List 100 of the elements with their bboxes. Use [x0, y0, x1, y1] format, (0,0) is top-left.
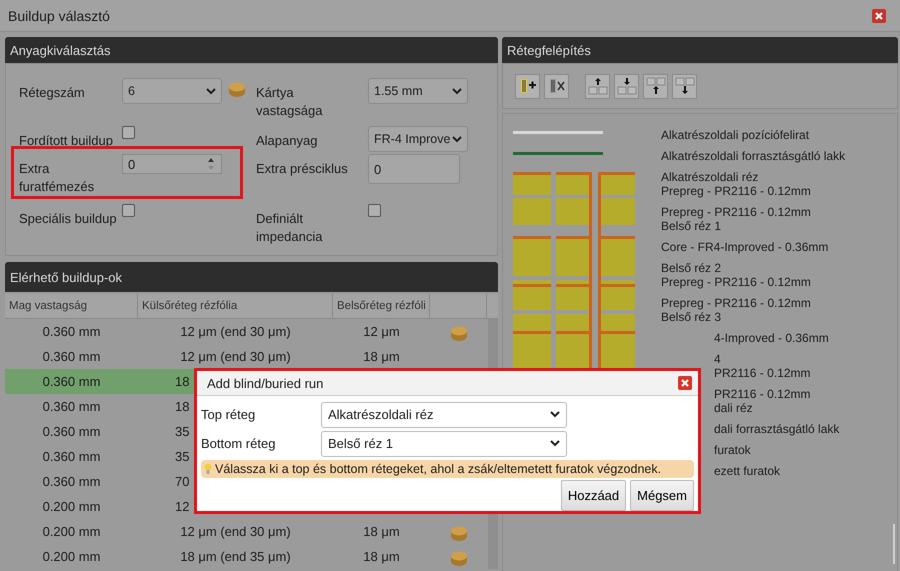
select-field[interactable]: 1.55 mm: [368, 78, 468, 104]
table-cell: 0.360 mm: [42, 324, 100, 339]
field-label: Extra présciklus: [256, 160, 349, 178]
table-cell: 12 μm: [363, 324, 400, 339]
layer-label: PR2116 - 0.12mm: [714, 387, 810, 401]
table-cell: 0.360 mm: [42, 349, 100, 364]
table-cell-text: 18: [174, 399, 190, 414]
add-layer-icon: [518, 78, 536, 94]
select-field[interactable]: Alkatrészoldali réz: [321, 402, 567, 428]
select-field[interactable]: 6: [122, 78, 222, 104]
field-label: Alapanyag: [256, 132, 318, 150]
close-icon[interactable]: [678, 376, 692, 390]
checkbox[interactable]: [122, 126, 135, 139]
coin-icon: [450, 526, 468, 542]
hint-text: Válassza ki a top és bottom rétegeket, ahol a zsák/eltemetett furatok végzodnek.: [215, 462, 662, 476]
table-cell-text: 35: [174, 449, 190, 464]
layer-label: Belső réz 2: [661, 261, 722, 275]
layer-label: 4: [714, 352, 721, 366]
field-label: Bottom réteg: [201, 436, 276, 451]
table-cell: 18 μm (end 35 μm): [180, 549, 291, 564]
chevron-icon: [452, 136, 462, 142]
layer-label: Prepreg - PR2116 - 0.12mm: [661, 275, 811, 289]
arrow-down-icon: [674, 77, 694, 95]
select-field[interactable]: Belső réz 1: [321, 430, 567, 456]
column-header[interactable]: Mag vastagság: [5, 294, 138, 318]
chevron-icon: [550, 411, 560, 418]
table-row[interactable]: 0.200 mm 12 μm (end 30 μm) 18 μm: [5, 519, 488, 544]
remove-layer-button[interactable]: [544, 74, 569, 98]
move-button[interactable]: [672, 74, 697, 98]
table-cell: 18 μm: [363, 349, 400, 364]
layer-label: Alkatrészoldali réz: [661, 170, 758, 184]
move-button[interactable]: [643, 74, 668, 98]
select-field[interactable]: FR-4 Improve: [368, 126, 468, 152]
layer-label: Core - FR4-Improved - 0.36mm: [661, 240, 828, 254]
layer-label: Belső réz 3: [661, 310, 722, 324]
layer-label: Alkatrészoldali pozíciófelirat: [661, 128, 810, 142]
column-header[interactable]: Külsőréteg rézfólia: [138, 294, 333, 318]
field-label: Fordított buildup: [19, 132, 114, 150]
table-cell: 12 μm (end 30 μm): [180, 349, 291, 364]
chevron-icon: [206, 88, 216, 94]
table-cell: 12 μm (end 30 μm): [180, 324, 291, 339]
table-cell-text: 35: [174, 424, 190, 439]
remove-layer-icon: [548, 78, 566, 94]
table-cell: 0.360 mm: [42, 449, 100, 464]
table-cell: 12 μm (end 30 μm): [180, 524, 291, 539]
table-row[interactable]: 0.360 mm 12 μm (end 30 μm) 12 μm: [5, 319, 488, 344]
column-header[interactable]: Belsőréteg rézfóli: [333, 294, 430, 318]
field-label: Extra furatfémezés: [19, 160, 96, 196]
checkbox[interactable]: [368, 204, 381, 217]
field-label: Kártya vastagsága: [256, 84, 324, 120]
move-button[interactable]: [614, 74, 639, 98]
layer-label: Alkatrészoldali forrasztásgátló lakk: [661, 149, 846, 163]
layer-label: dali forrasztásgátló lakk: [714, 422, 840, 436]
scrollbar[interactable]: [893, 524, 895, 564]
checkbox[interactable]: [122, 204, 135, 217]
coin-icon: [450, 326, 468, 342]
window-title: Buildup választó: [8, 8, 110, 24]
table-row[interactable]: 0.360 mm 12 μm (end 30 μm) 18 μm: [5, 344, 488, 369]
layer-label: furatok: [714, 443, 751, 457]
add-layer-button[interactable]: [515, 74, 540, 98]
chevron-icon: [550, 440, 560, 447]
layer-label: Belső réz 1: [661, 219, 722, 233]
move-button[interactable]: [585, 74, 610, 98]
arrow-down-icon: [616, 77, 636, 95]
table-cell: 0.360 mm: [42, 399, 100, 414]
table-cell-text: 18: [174, 374, 190, 389]
cancel-button[interactable]: Mégsem: [630, 480, 694, 511]
layer-label: Prepreg - PR2116 - 0.12mm: [661, 205, 811, 219]
layer-label: 4-Improved - 0.36mm: [714, 331, 829, 345]
close-icon[interactable]: [872, 8, 886, 22]
chevron-icon: [452, 88, 462, 94]
layer-label: Prepreg - PR2116 - 0.12mm: [661, 184, 811, 198]
panel-header: Anyagkiválasztás: [5, 37, 498, 63]
layer-label: PR2116 - 0.12mm: [714, 366, 810, 380]
table-cell-text: 12: [174, 499, 190, 514]
table-cell: 0.360 mm: [42, 474, 100, 489]
lightbulb-icon: [204, 462, 212, 476]
input-field[interactable]: 0: [368, 154, 460, 184]
dialog-title: Add blind/buried run: [207, 376, 324, 390]
table-cell: 0.200 mm: [42, 549, 100, 564]
coin-icon: [450, 550, 468, 566]
arrow-up-icon: [646, 77, 666, 95]
table-cell: 0.360 mm: [42, 424, 100, 439]
table-cell: 0.360 mm: [42, 374, 100, 389]
add-button[interactable]: Hozzáad: [560, 480, 626, 511]
layer-label: dali réz: [714, 401, 753, 415]
table-cell: 0.200 mm: [42, 524, 100, 539]
number-field[interactable]: 0: [122, 154, 222, 174]
table-cell: 18 μm: [363, 524, 400, 539]
field-label: Top réteg: [201, 407, 256, 422]
table-cell: 0.200 mm: [42, 499, 100, 514]
arrow-up-icon: [588, 77, 608, 95]
field-label: Speciális buildup: [19, 210, 118, 228]
table-cell: 18 μm: [363, 549, 400, 564]
layer-label: Prepreg - PR2116 - 0.12mm: [661, 296, 811, 310]
field-label: Rétegszám: [19, 84, 86, 102]
table-row[interactable]: 0.200 mm 18 μm (end 35 μm) 18 μm: [5, 544, 488, 569]
panel-header: Rétegfelépítés: [502, 37, 898, 63]
table-cell-text: 70: [174, 474, 190, 489]
field-label: Definiált impedancia: [256, 210, 324, 246]
